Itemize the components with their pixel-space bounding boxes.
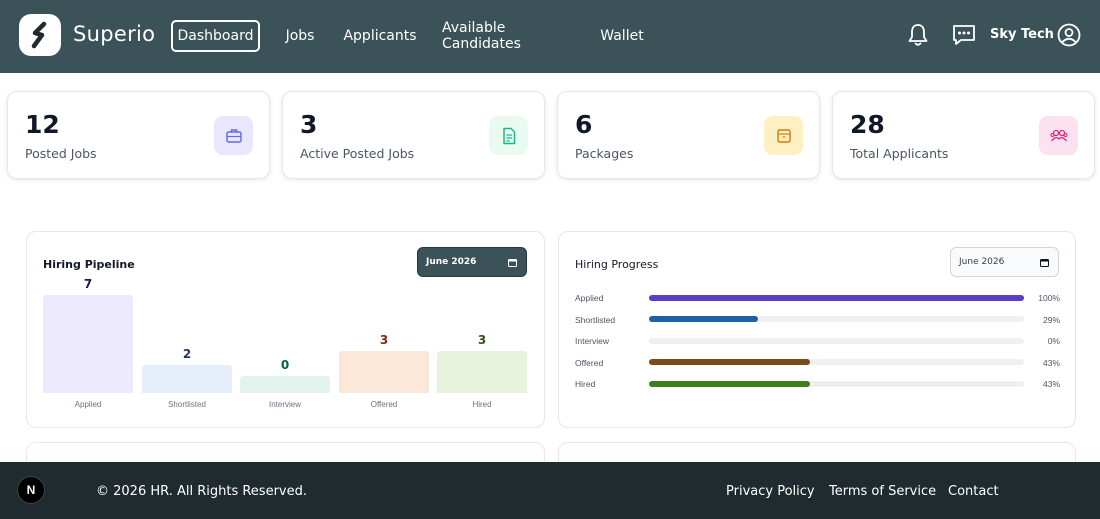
- document-icon: [489, 116, 528, 155]
- bar-offered: [339, 351, 429, 393]
- nav-applicants[interactable]: Applicants: [343, 20, 416, 52]
- stat-label: Posted Jobs: [25, 146, 97, 161]
- pipeline-month-value: June 2026: [426, 257, 477, 267]
- bar-label-applied: Applied: [74, 400, 102, 409]
- stat-label: Total Applicants: [850, 146, 949, 161]
- bar-label-shortlisted: Shortlisted: [168, 400, 206, 409]
- progress-label-interview: Interview: [575, 336, 610, 346]
- stat-card-total-applicants: 28 Total Applicants: [832, 91, 1095, 179]
- stat-card-active-posted-jobs: 3 Active Posted Jobs: [282, 91, 545, 179]
- bar-label-offered: Offered: [370, 400, 398, 409]
- progress-month-value: June 2026: [959, 257, 1005, 267]
- progress-pct-offered: 43%: [1042, 358, 1060, 368]
- stat-value: 3: [300, 110, 318, 139]
- user-circle-icon[interactable]: [1057, 23, 1081, 47]
- footer-link-privacy-policy[interactable]: Privacy Policy: [726, 484, 815, 499]
- stat-card-posted-jobs: 12 Posted Jobs: [7, 91, 270, 179]
- calendar-icon: [1040, 259, 1049, 267]
- bar-label-hired: Hired: [472, 400, 492, 409]
- stat-label: Packages: [575, 146, 634, 161]
- top-navbar: Superio Dashboard Jobs Applicants Availa…: [0, 0, 1100, 73]
- footer: © 2026 HR. All Rights Reserved. Privacy …: [0, 462, 1100, 519]
- footer-link-contact[interactable]: Contact: [948, 484, 999, 499]
- company-name[interactable]: Sky Tech: [990, 27, 1054, 42]
- progress-track-offered: [649, 359, 1024, 365]
- nav-jobs[interactable]: Jobs: [280, 20, 320, 52]
- bar-value-applied: 7: [83, 277, 93, 291]
- brand-logo-icon: [31, 21, 47, 49]
- hiring-progress-title: Hiring Progress: [575, 258, 659, 271]
- briefcase-icon: [214, 116, 253, 155]
- progress-track-interview: [649, 338, 1024, 344]
- progress-track-applied: [649, 295, 1024, 301]
- progress-label-offered: Offered: [575, 358, 604, 368]
- stat-value: 6: [575, 110, 593, 139]
- footer-link-terms-of-service[interactable]: Terms of Service: [829, 484, 936, 499]
- logo[interactable]: [19, 14, 61, 56]
- stat-label: Active Posted Jobs: [300, 146, 415, 161]
- chat-icon[interactable]: [951, 22, 977, 48]
- progress-track-hired: [649, 381, 1024, 387]
- progress-fill-offered: [649, 359, 811, 365]
- footer-copyright: © 2026 HR. All Rights Reserved.: [96, 484, 307, 499]
- bar-applied: [43, 295, 133, 393]
- bar-value-interview: 0: [280, 358, 290, 372]
- package-icon: [764, 116, 803, 155]
- progress-label-shortlisted: Shortlisted: [575, 315, 616, 325]
- progress-track-shortlisted: [649, 316, 1024, 322]
- pipeline-month-picker[interactable]: June 2026: [417, 247, 527, 277]
- nav-dashboard[interactable]: Dashboard: [171, 20, 260, 52]
- users-icon: [1039, 116, 1078, 155]
- progress-pct-interview: 0%: [1047, 336, 1060, 346]
- progress-month-picker[interactable]: June 2026: [950, 247, 1059, 277]
- nav-wallet[interactable]: Wallet: [598, 20, 646, 52]
- stat-card-packages: 6 Packages: [557, 91, 820, 179]
- progress-fill-hired: [649, 381, 811, 387]
- progress-fill-shortlisted: [649, 316, 758, 322]
- stat-value: 28: [850, 110, 885, 139]
- bar-interview: [240, 376, 330, 393]
- progress-label-hired: Hired: [575, 379, 596, 389]
- progress-fill-applied: [649, 295, 1024, 301]
- bell-icon[interactable]: [905, 22, 931, 48]
- brand-name: Superio: [73, 22, 156, 46]
- stat-value: 12: [25, 110, 60, 139]
- progress-pct-shortlisted: 29%: [1042, 315, 1060, 325]
- bar-label-interview: Interview: [268, 400, 301, 409]
- nav-available-candidates[interactable]: Available Candidates: [442, 20, 573, 52]
- progress-pct-hired: 43%: [1042, 379, 1060, 389]
- bar-value-shortlisted: 2: [182, 347, 192, 361]
- progress-pct-applied: 100%: [1038, 293, 1060, 303]
- bar-value-hired: 3: [477, 333, 487, 347]
- bar-hired: [437, 351, 527, 393]
- progress-label-applied: Applied: [575, 293, 604, 303]
- bar-shortlisted: [142, 365, 232, 393]
- hiring-pipeline-title: Hiring Pipeline: [43, 258, 135, 271]
- calendar-icon: [508, 259, 517, 267]
- dev-tools-badge[interactable]: N: [17, 476, 45, 504]
- bar-value-offered: 3: [379, 333, 389, 347]
